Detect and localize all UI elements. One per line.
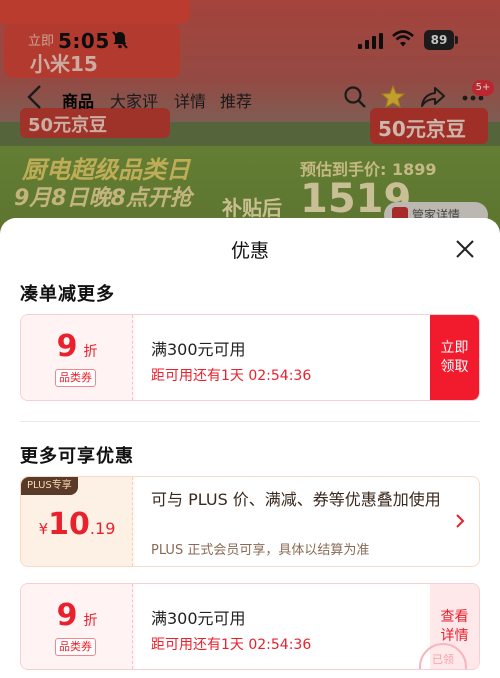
plus-info: 可与 PLUS 价、满减、券等优惠叠加使用 PLUS 正式会员可享，具体以结算为… — [135, 477, 479, 566]
section-title-add-on: 凑单减更多 — [20, 284, 115, 305]
coupon-condition: 满300元可用 — [151, 609, 246, 628]
category-coupon-tag: 品类券 — [55, 638, 96, 656]
coupon-info: 满300元可用 距可用还有1天 02:54:36 — [135, 315, 431, 400]
coupon-condition: 满300元可用 — [151, 340, 246, 359]
coupon-discount-unit: 折 — [83, 344, 98, 360]
discount-sheet: 优惠 凑单减更多 9折 品类券 满300元可用 距可用还有1天 02:54:36… — [0, 218, 500, 678]
close-icon[interactable] — [452, 236, 478, 262]
coupon-card: 9折 品类券 满300元可用 距可用还有1天 02:54:36 查看 详情 已领 — [20, 583, 480, 670]
category-coupon-tag: 品类券 — [55, 369, 96, 387]
plus-price-decimal: .19 — [89, 519, 116, 538]
coupon-value: 9折 品类券 — [21, 584, 133, 669]
plus-offer-card[interactable]: PLUS专享 ¥10.19 可与 PLUS 价、满减、券等优惠叠加使用 PLUS… — [20, 476, 480, 567]
plus-exclusive-badge: PLUS专享 — [21, 477, 78, 495]
plus-price-block: PLUS专享 ¥10.19 — [21, 477, 133, 566]
coupon-value: 9折 品类券 — [21, 315, 133, 400]
sheet-title: 优惠 — [230, 240, 269, 262]
plus-price-integer: 10 — [48, 507, 90, 542]
coupon-countdown: 距可用还有1天 02:54:36 — [151, 368, 312, 384]
coupon-countdown: 距可用还有1天 02:54:36 — [151, 637, 312, 653]
claim-coupon-button[interactable]: 立即 领取 — [430, 315, 479, 400]
currency-symbol: ¥ — [38, 520, 49, 538]
plus-description: 可与 PLUS 价、满减、券等优惠叠加使用 — [151, 490, 441, 509]
coupon-card: 9折 品类券 满300元可用 距可用还有1天 02:54:36 立即 领取 — [20, 314, 480, 401]
coupon-discount: 9 — [56, 598, 78, 633]
coupon-discount: 9 — [56, 329, 78, 364]
section-title-more-offers: 更多可享优惠 — [20, 446, 134, 467]
coupon-discount-unit: 折 — [83, 613, 98, 629]
coupon-info: 满300元可用 距可用还有1天 02:54:36 — [135, 584, 431, 669]
chevron-right-icon[interactable] — [455, 513, 465, 529]
plus-note: PLUS 正式会员可享，具体以结算为准 — [151, 543, 370, 558]
section-divider — [20, 421, 480, 422]
